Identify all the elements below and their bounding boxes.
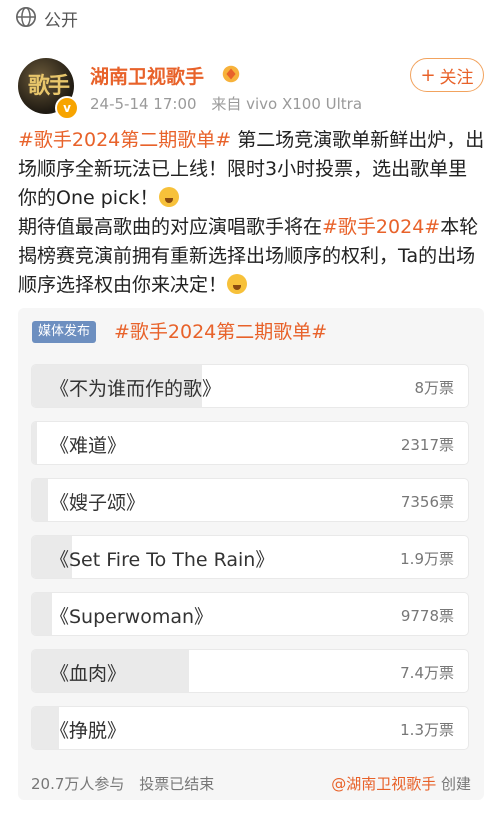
globe-icon [16,7,36,27]
media-tag: 媒体发布 [32,321,97,343]
post-meta: 24-5-14 17:00 来自 vivo X100 Ultra [90,93,372,114]
poll-option-label: 《血肉》 [50,663,127,685]
avatar-logo-text: 歌手 [28,73,70,99]
post-source: 来自 vivo X100 Ultra [211,95,363,113]
verified-icon: v [55,96,79,120]
poll-option-votes: 7.4万票 [400,664,454,682]
creator-link[interactable]: @湖南卫视歌手 [331,775,436,793]
hashtag-link[interactable]: #歌手2024第二期歌单# [18,129,231,151]
poll-option-votes: 1.3万票 [400,721,454,739]
poll-creator: @湖南卫视歌手 创建 [331,773,471,794]
poll-option-votes: 8万票 [414,379,454,397]
poll-option-votes: 7356票 [400,493,454,511]
post-timestamp: 24-5-14 17:00 [90,95,197,113]
poll-option[interactable]: 《挣脱》 1.3万票 [31,706,469,750]
poll-option[interactable]: 《嫂子颂》 7356票 [31,478,469,522]
poll-option[interactable]: 《血肉》 7.4万票 [31,649,469,693]
poll-status: 投票已结束 [139,775,215,793]
poll-option-label: 《Superwoman》 [50,606,214,628]
poll-option-label: 《Set Fire To The Rain》 [50,549,275,571]
emoji-icon [158,187,179,207]
emoji-icon [227,274,248,294]
post-paragraph-2: 期待值最高歌曲的对应演唱歌手将在#歌手2024#本轮揭榜赛竞演前拥有重新选择出场… [18,213,486,300]
follow-label: 关注 [439,67,474,88]
post-text: 期待值最高歌曲的对应演唱歌手将在 [18,216,323,238]
poll-option-label: 《不为谁而作的歌》 [50,378,222,400]
poll-option-votes: 9778票 [400,607,454,625]
fan-badge-icon[interactable] [220,63,242,85]
poll-stats: 20.7万人参与 投票已结束 [31,773,224,794]
poll-option-label: 《难道》 [50,435,127,457]
poll-participants: 20.7万人参与 [31,775,125,793]
poll-option-label: 《挣脱》 [50,720,127,742]
hashtag-link[interactable]: #歌手2024# [322,216,440,238]
poll-option-votes: 1.9万票 [400,550,454,568]
poll-option-fill [32,479,48,521]
follow-button[interactable]: + 关注 [410,58,484,92]
poll-option[interactable]: 《难道》 2317票 [31,421,469,465]
author-name[interactable]: 湖南卫视歌手 [90,62,204,89]
poll-option[interactable]: 《Set Fire To The Rain》 1.9万票 [31,535,469,579]
post-body: #歌手2024第二期歌单# 第二场竞演歌单新鲜出炉，出场顺序全新玩法已上线！限时… [18,126,486,300]
poll-option[interactable]: 《不为谁而作的歌》 8万票 [31,364,469,408]
top-bar: 公开 [0,0,500,36]
post-paragraph-1: #歌手2024第二期歌单# 第二场竞演歌单新鲜出炉，出场顺序全新玩法已上线！限时… [18,126,486,213]
poll-option-votes: 2317票 [400,436,454,454]
poll-option-label: 《嫂子颂》 [50,492,146,514]
poll-title[interactable]: #歌手2024第二期歌单# [114,317,327,344]
visibility-label: 公开 [44,11,78,31]
creator-suffix: 创建 [440,775,471,793]
poll-option[interactable]: 《Superwoman》 9778票 [31,592,469,636]
poll-option-fill [32,422,37,464]
plus-icon: + [420,64,436,86]
poll-card: 媒体发布 #歌手2024第二期歌单# 《不为谁而作的歌》 8万票 《难道》 23… [18,308,484,800]
